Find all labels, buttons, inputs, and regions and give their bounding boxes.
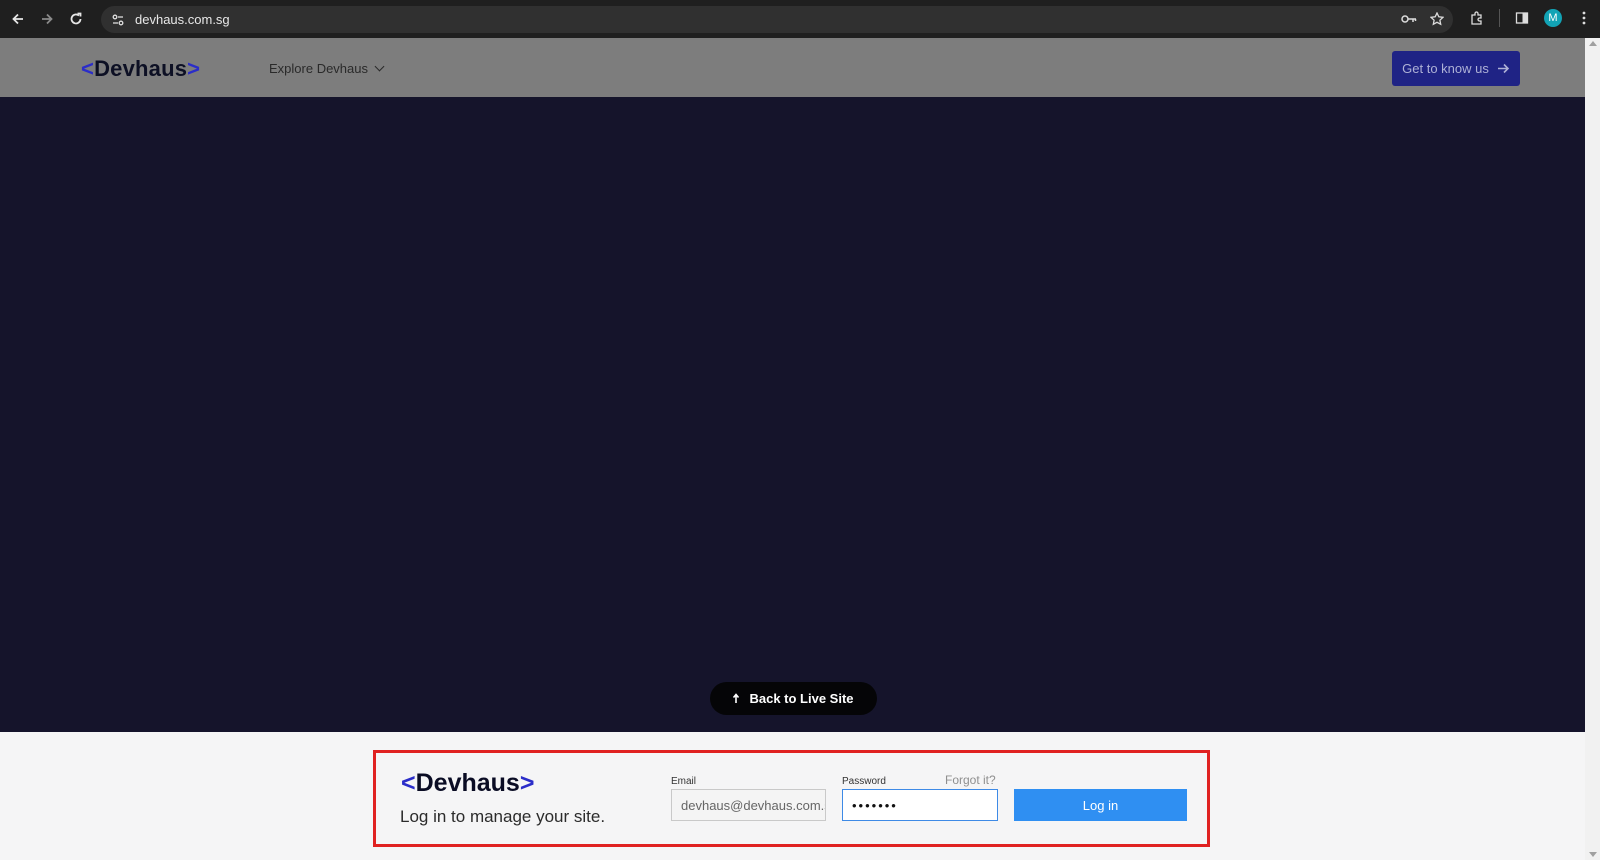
- address-bar[interactable]: devhaus.com.sg: [101, 6, 1453, 33]
- page-viewport: <Devhaus> Explore Devhaus Get to know us…: [0, 38, 1585, 860]
- email-field[interactable]: [671, 789, 826, 821]
- page-scrollbar[interactable]: [1585, 38, 1600, 860]
- logo-text: Devhaus: [94, 56, 188, 81]
- cta-label: Get to know us: [1402, 61, 1489, 76]
- password-key-icon[interactable]: [1399, 9, 1419, 29]
- reload-icon[interactable]: [65, 8, 87, 30]
- get-to-know-us-button[interactable]: Get to know us: [1392, 51, 1520, 86]
- login-logo-bracket-open: <: [401, 769, 416, 797]
- arrow-back-up-icon: [733, 693, 740, 703]
- back-icon[interactable]: [7, 8, 29, 30]
- site-header: <Devhaus> Explore Devhaus Get to know us: [0, 38, 1585, 97]
- back-label: Back to Live Site: [749, 691, 854, 706]
- logo-bracket-close: >: [187, 56, 201, 81]
- login-logo-text: Devhaus: [415, 769, 520, 797]
- site-logo[interactable]: <Devhaus>: [81, 56, 200, 82]
- login-logo-bracket-close: >: [519, 769, 535, 797]
- back-to-live-site-button[interactable]: Back to Live Site: [710, 682, 877, 715]
- avatar-initial: M: [1548, 12, 1558, 24]
- bookmark-star-icon[interactable]: [1427, 9, 1447, 29]
- toolbar-divider: [1499, 9, 1500, 27]
- chevron-down-icon: [374, 61, 385, 72]
- email-label: Email: [671, 776, 697, 787]
- forward-icon[interactable]: [36, 8, 58, 30]
- logo-bracket-open: <: [81, 56, 95, 81]
- login-logo: <Devhaus>: [401, 769, 534, 798]
- site-settings-icon[interactable]: [109, 11, 127, 29]
- explore-label: Explore Devhaus: [269, 61, 368, 76]
- login-button[interactable]: Log in: [1014, 789, 1187, 821]
- scroll-down-arrow[interactable]: [1589, 852, 1597, 857]
- profile-avatar[interactable]: M: [1544, 9, 1562, 27]
- browser-toolbar: devhaus.com.sg M: [0, 0, 1600, 38]
- more-menu-icon[interactable]: [1574, 8, 1594, 28]
- login-bar: <Devhaus> Log in to manage your site. Em…: [0, 732, 1585, 860]
- password-field[interactable]: [842, 789, 998, 821]
- forgot-password-link[interactable]: Forgot it?: [945, 773, 996, 787]
- arrow-right-icon: [1497, 63, 1509, 74]
- side-panel-icon[interactable]: [1512, 8, 1532, 28]
- explore-menu[interactable]: Explore Devhaus: [269, 61, 385, 76]
- url-text[interactable]: devhaus.com.sg: [135, 12, 230, 27]
- scroll-up-arrow[interactable]: [1589, 41, 1597, 46]
- login-tagline: Log in to manage your site.: [400, 807, 606, 826]
- extensions-icon[interactable]: [1467, 8, 1487, 28]
- password-label: Password: [842, 776, 886, 787]
